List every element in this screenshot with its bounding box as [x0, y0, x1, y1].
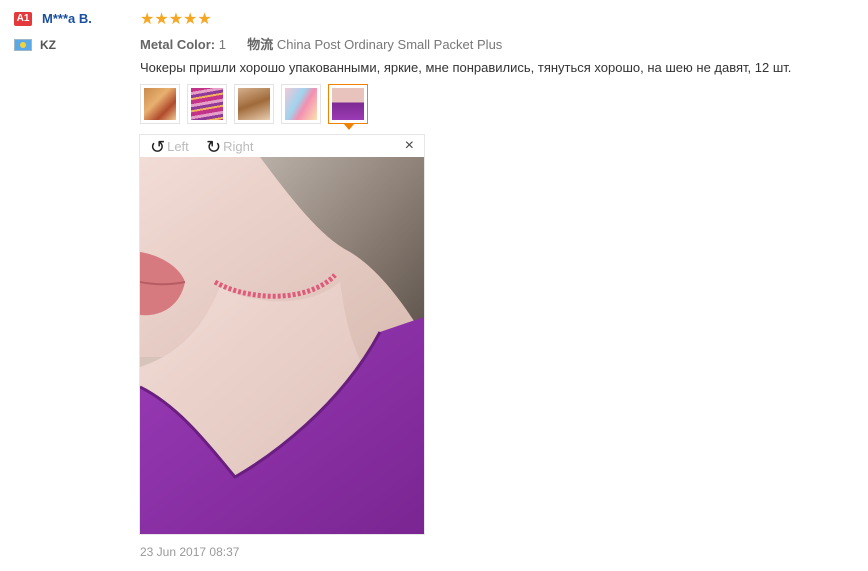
reviewer-name: M***a B. [42, 11, 92, 26]
review-photo[interactable] [140, 157, 424, 534]
rotate-right-icon: ↻ [206, 137, 222, 157]
viewer-toolbar: ↺ Left ↻ Right × [140, 135, 424, 157]
color-label: Metal Color: [140, 37, 216, 52]
photo-thumbnail[interactable] [234, 84, 274, 124]
review-meta: Metal Color: 1 物流 China Post Ordinary Sm… [140, 34, 502, 53]
review-date: 23 Jun 2017 08:37 [140, 545, 240, 559]
photo-thumbnail[interactable] [187, 84, 227, 124]
rotate-right-button[interactable]: ↻ Right [206, 137, 253, 158]
buyer-level-badge: A1 [14, 12, 32, 26]
shipping-label: 物流 [247, 37, 274, 52]
close-icon[interactable]: × [405, 137, 414, 155]
reviewer-country: KZ [40, 38, 56, 52]
review-text: Чокеры пришли хорошо упакованными, яркие… [140, 60, 792, 75]
photo-thumbnail[interactable] [140, 84, 180, 124]
flag-icon [14, 39, 32, 51]
color-value: 1 [218, 37, 226, 52]
rating-stars: ★★★★★ [140, 11, 212, 28]
shipping-value: China Post Ordinary Small Packet Plus [276, 37, 503, 52]
rotate-left-button[interactable]: ↺ Left [150, 137, 189, 158]
rotate-left-icon: ↺ [150, 137, 166, 157]
photo-thumbnail-selected[interactable] [328, 84, 368, 130]
rotate-left-label: Left [167, 139, 189, 154]
photo-thumbnail[interactable] [281, 84, 321, 124]
rotate-right-label: Right [223, 139, 254, 154]
photo-viewer: ↺ Left ↻ Right × [139, 134, 425, 535]
